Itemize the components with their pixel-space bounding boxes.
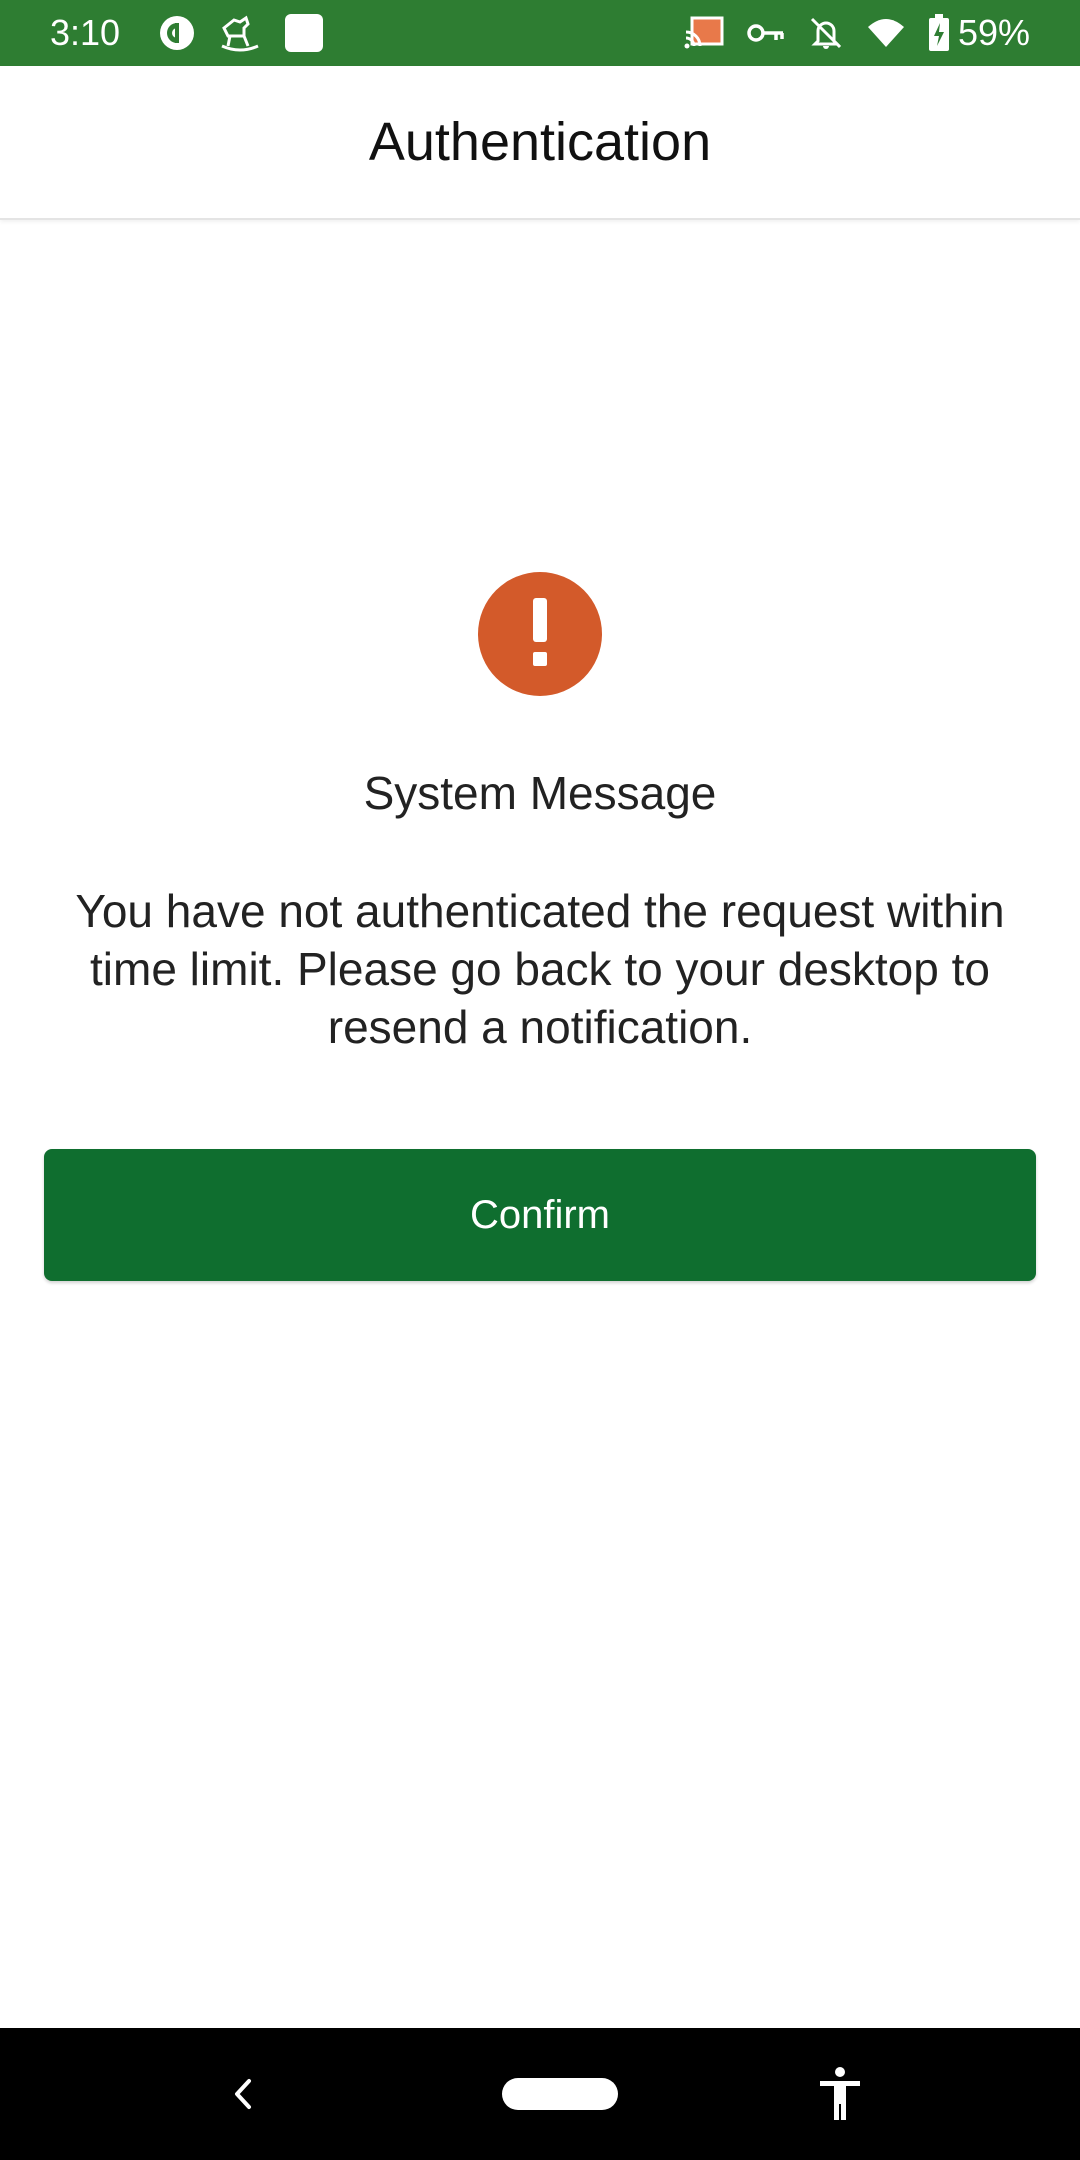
rocking-horse-icon: [218, 14, 262, 52]
exclamation-icon: [478, 572, 602, 696]
cast-icon: [684, 16, 724, 50]
home-pill-icon[interactable]: [502, 2078, 618, 2110]
accessibility-icon[interactable]: [814, 2066, 866, 2122]
battery-percent: 59%: [957, 12, 1030, 53]
message-body: You have not authenticated the request w…: [75, 885, 1005, 1053]
app-bar: Authentication: [0, 66, 1080, 220]
message-title: System Message: [363, 767, 717, 819]
screen: 3:10 59% Authentication System Message Y…: [0, 0, 1080, 2160]
status-right: 59%: [662, 12, 1030, 54]
vpn-key-icon: [746, 18, 786, 48]
notifications-off-icon: [808, 15, 844, 51]
navigation-bar: [0, 2028, 1080, 2160]
status-left: 3:10: [50, 12, 346, 54]
wifi-icon: [866, 17, 906, 49]
battery-charging-icon: [928, 14, 950, 52]
square-app-icon: [284, 13, 324, 53]
page-title: Authentication: [368, 112, 712, 172]
confirm-button[interactable]: Confirm: [44, 1149, 1036, 1281]
pocketcasts-icon: [158, 14, 196, 52]
back-chevron-icon[interactable]: [222, 2074, 262, 2114]
status-bar: 3:10 59%: [0, 0, 1080, 66]
status-time: 3:10: [50, 12, 121, 53]
